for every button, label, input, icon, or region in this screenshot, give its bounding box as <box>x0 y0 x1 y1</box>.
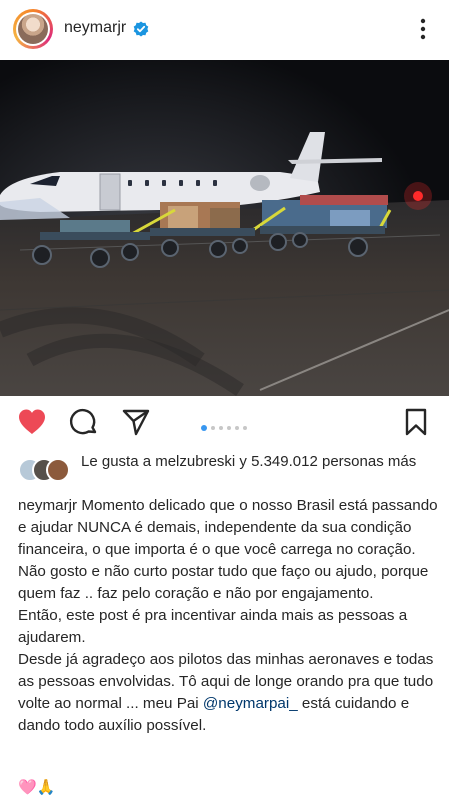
carousel-dot <box>235 425 239 430</box>
carousel-dot <box>211 425 215 430</box>
carousel-dot <box>219 425 223 430</box>
carousel-dot-active <box>201 424 207 431</box>
carousel-dot <box>243 425 247 430</box>
post-photo[interactable] <box>0 60 449 396</box>
username[interactable]: neymarjr <box>64 19 126 37</box>
share-icon[interactable] <box>120 406 152 438</box>
avatar[interactable] <box>13 9 53 49</box>
bookmark-icon[interactable] <box>400 406 432 438</box>
likes-count-text[interactable]: Le gusta a melzubreski y 5.349.012 perso… <box>81 452 431 472</box>
caption-paragraph: Então, este post é pra incentivar ainda … <box>18 607 408 646</box>
mention-link[interactable]: @neymarpai_ <box>203 695 298 712</box>
verified-badge-icon <box>133 21 149 37</box>
carousel-dot <box>227 425 231 430</box>
liker-avatar <box>46 458 70 482</box>
caption-paragraph: Momento delicado que o nosso Brasil está… <box>18 497 438 558</box>
airplane-cargo-image <box>0 60 449 396</box>
heart-icon[interactable] <box>16 406 48 438</box>
caption-emoji: 🩷🙏 <box>18 779 56 796</box>
caption-username[interactable]: neymarjr <box>18 497 77 514</box>
comment-icon[interactable] <box>68 406 100 438</box>
carousel-indicator <box>199 419 249 431</box>
caption-paragraph: Não gosto e não curto postar tudo que fa… <box>18 563 429 602</box>
more-vert-icon[interactable] <box>413 16 433 42</box>
post-caption: neymarjr Momento delicado que o nosso Br… <box>18 495 438 737</box>
post-header: neymarjr <box>0 0 449 60</box>
